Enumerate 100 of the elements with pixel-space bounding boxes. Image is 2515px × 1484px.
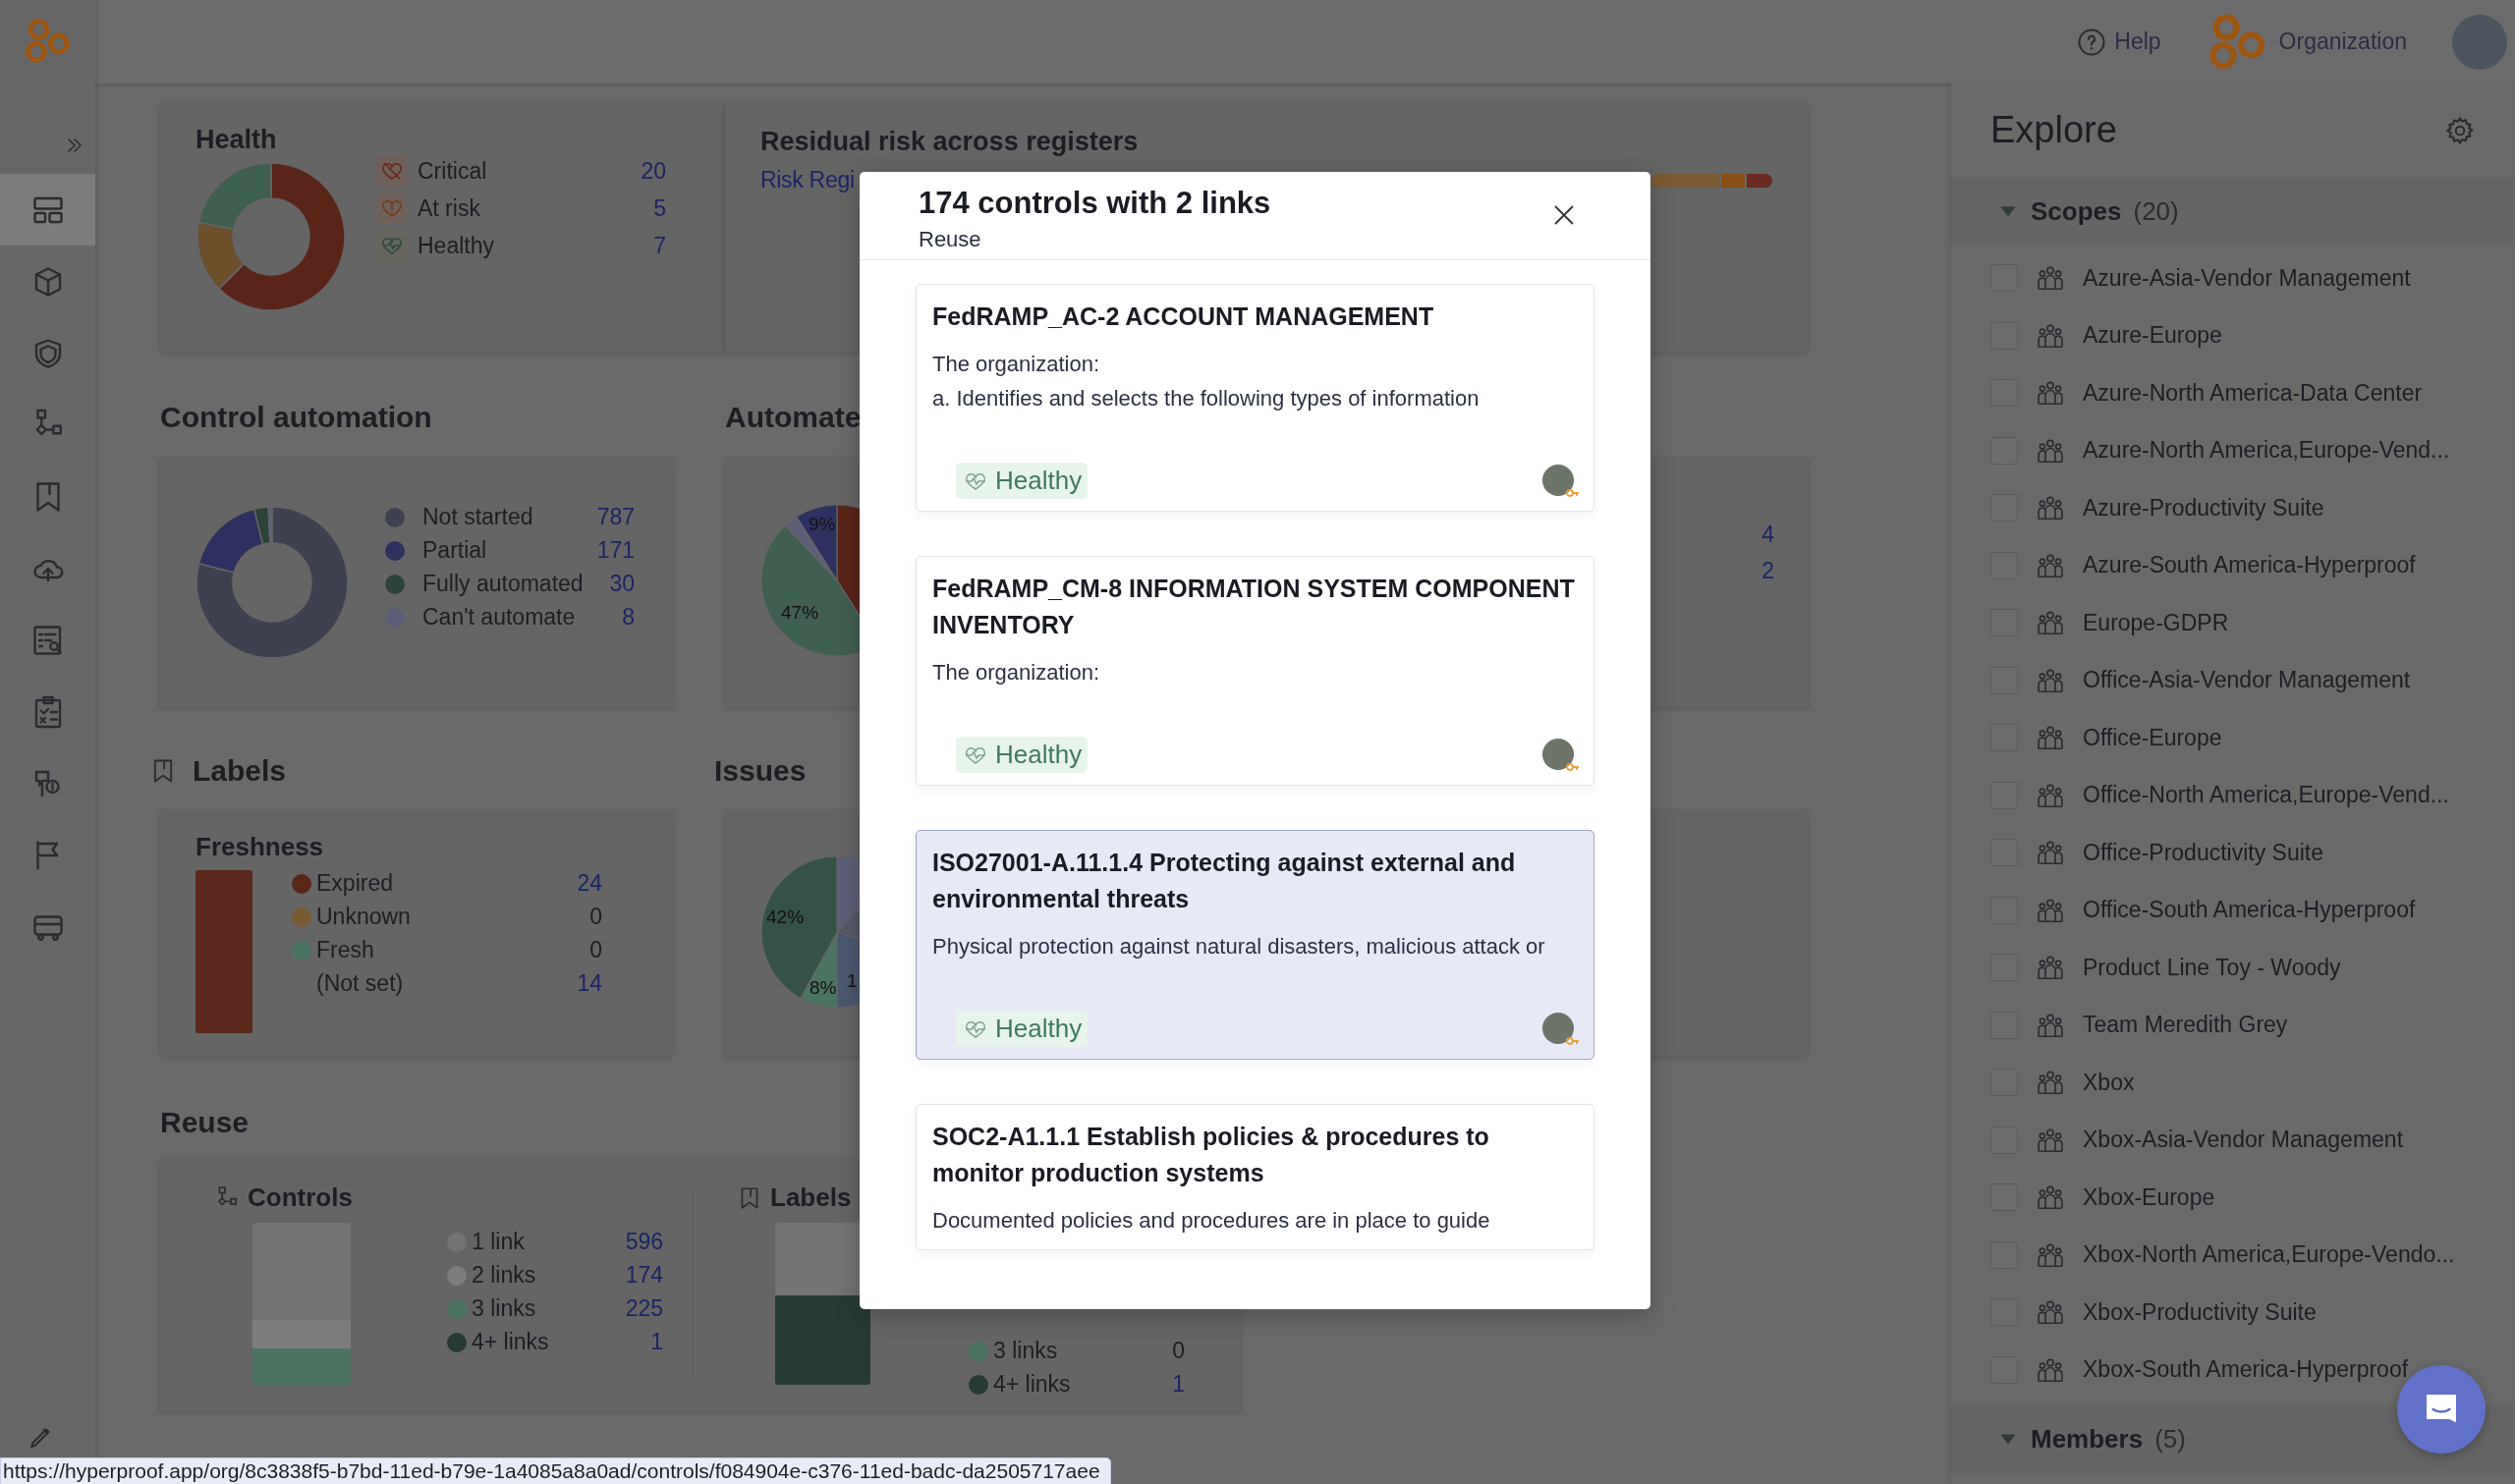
pie-label: 42% (766, 907, 805, 928)
control-description: Physical protection against natural disasters, malicious attack or (932, 933, 1546, 961)
scope-name[interactable]: Office-North America,Europe-Vend... (2083, 782, 2449, 809)
count-value[interactable]: 2 (1761, 558, 1774, 584)
control-description: The organization: (932, 659, 1100, 687)
control-card[interactable]: SOC2-A1.1.1 Establish policies & procedures to monitor production systems Documented policies and procedures are in place to guide (916, 1104, 1594, 1250)
scope-name[interactable]: Office-Productivity Suite (2083, 839, 2323, 866)
scope-name[interactable]: Azure-Productivity Suite (2083, 494, 2324, 522)
scope-name[interactable]: Azure-North America-Data Center (2083, 379, 2423, 407)
scope-name[interactable]: Xbox-Europe (2083, 1183, 2215, 1211)
section-title: Issues (714, 754, 807, 788)
control-card[interactable]: FedRAMP_AC-2 ACCOUNT MANAGEMENT The organization: a. Identifies and selects the following types of information Healthy (916, 284, 1594, 512)
card-title: Residual risk across registers (760, 127, 1140, 157)
legend-count[interactable]: 8 (596, 604, 635, 631)
nav-item[interactable] (0, 174, 95, 246)
panel-title: Explore (1990, 109, 2117, 151)
legend-count[interactable]: 225 (625, 1295, 663, 1322)
legend-label: 1 link (472, 1229, 526, 1255)
legend-count[interactable]: 1 (1172, 1371, 1185, 1398)
legend-label: Not started (422, 504, 534, 530)
avatar (1542, 738, 1574, 770)
legend-count[interactable]: 1 (625, 1329, 663, 1355)
legend-count[interactable]: 24 (577, 870, 602, 897)
scope-name[interactable]: Europe-GDPR (2083, 609, 2229, 636)
control-title: FedRAMP_AC-2 ACCOUNT MANAGEMENT (932, 302, 1435, 332)
control-card[interactable]: FedRAMP_CM-8 INFORMATION SYSTEM COMPONENT INVENTORY The organization: Healthy (916, 556, 1594, 786)
pie-label: 1 (847, 970, 858, 992)
legend-count: 0 (1172, 1338, 1185, 1364)
legend-label: Can't automate (422, 604, 577, 631)
control-title: FedRAMP_CM-8 INFORMATION SYSTEM COMPONENT INVENTORY (932, 574, 1576, 640)
legend-count[interactable]: 7 (641, 232, 666, 259)
legend-label: (Not set) (316, 970, 405, 997)
status-url: https://hyperproof.app/org/8c3838f5-b7bd-11ed-b79e-1a4085a8a0ad/controls/f084904e-c376-11ed-badc-da2505717aee (3, 1459, 1100, 1482)
legend-count[interactable]: 787 (596, 504, 635, 530)
status-badge: Healthy (956, 1011, 1089, 1047)
close-icon (1552, 203, 1576, 227)
scope-name[interactable]: Azure-Europe (2083, 322, 2222, 350)
broken-heart-icon (380, 159, 404, 183)
section-title: Control automation (160, 401, 432, 434)
scope-name[interactable]: Product Line Toy - Woody (2083, 954, 2341, 981)
scope-name[interactable]: Team Meredith Grey (2083, 1012, 2288, 1039)
legend-count[interactable]: 14 (577, 970, 602, 997)
legend-label: 4+ links (472, 1329, 550, 1355)
legend-count[interactable]: 5 (641, 194, 666, 222)
scope-name[interactable]: Xbox-Asia-Vendor Management (2083, 1127, 2404, 1154)
legend-label: 4+ links (993, 1371, 1072, 1398)
section-title: Automate (725, 401, 862, 434)
status-badge: Healthy (956, 737, 1089, 773)
expand-icon (65, 136, 84, 155)
legend-label: At risk (418, 194, 481, 222)
organization-button[interactable]: Organization (2208, 12, 2407, 72)
settings-button[interactable] (2444, 114, 2476, 146)
section-title: Reuse (160, 1106, 250, 1139)
scope-name[interactable]: Azure-South America-Hyperproof (2083, 552, 2416, 579)
subsection-title: Controls (248, 1182, 353, 1213)
dialog-title: 174 controls with 2 links (919, 186, 1271, 221)
legend-label: Fully automated (422, 571, 585, 597)
help-button[interactable]: Help (2077, 27, 2161, 57)
scope-name[interactable]: Azure-North America,Europe-Vend... (2083, 437, 2450, 465)
avatar (1542, 1012, 1574, 1044)
scope-name[interactable]: Xbox-North America,Europe-Vendo... (2083, 1241, 2455, 1269)
pie-label: 47% (781, 602, 819, 624)
scope-name[interactable]: Xbox-Productivity Suite (2083, 1298, 2317, 1326)
legend-label: Critical (418, 157, 488, 185)
control-description: The organization: a. Identifies and selects the following types of information (932, 351, 1481, 412)
control-description: Documented policies and procedures are in place to guide (932, 1207, 1491, 1235)
status-badge: Healthy (956, 463, 1089, 499)
control-card[interactable]: ISO27001-A.11.1.4 Protecting against external and environmental threats Physical protection against natural disasters, malicious attack or Healthy (916, 830, 1594, 1060)
scope-name[interactable]: Office-Asia-Vendor Management (2083, 667, 2411, 694)
scope-name[interactable]: Office-South America-Hyperproof (2083, 897, 2416, 924)
legend-label: Healthy (418, 232, 495, 259)
scope-name[interactable]: Xbox-South America-Hyperproof (2083, 1356, 2409, 1384)
legend-count[interactable]: 174 (625, 1262, 663, 1289)
dialog-subtitle: Reuse (919, 227, 982, 252)
close-button[interactable] (1552, 203, 1576, 227)
scope-name[interactable]: Azure-Asia-Vendor Management (2083, 264, 2411, 292)
card-title: Health (196, 125, 278, 155)
legend-label: 2 links (472, 1262, 537, 1289)
legend-count[interactable]: 30 (596, 571, 635, 597)
legend-label: Expired (316, 870, 394, 897)
control-title: ISO27001-A.11.1.4 Protecting against external and environmental threats (932, 848, 1517, 914)
legend-label: 3 links (993, 1338, 1059, 1364)
legend-count[interactable]: 20 (641, 157, 666, 185)
organization-logo-icon (2208, 12, 2267, 72)
scope-name[interactable]: Office-Europe (2083, 724, 2222, 751)
legend-label: Fresh (316, 937, 375, 963)
count-value[interactable]: 4 (1761, 522, 1774, 548)
pie-label: 8% (810, 977, 837, 999)
legend-label: 3 links (472, 1295, 537, 1322)
register-link[interactable]: Risk Regi (760, 167, 855, 193)
legend-label: Partial (422, 537, 488, 564)
scope-name[interactable]: Xbox (2083, 1069, 2135, 1096)
legend-count[interactable]: 596 (625, 1229, 663, 1255)
legend-count: 0 (588, 937, 602, 963)
legend-count: 0 (588, 904, 602, 930)
legend-label: Unknown (316, 904, 412, 930)
legend-count[interactable]: 171 (596, 537, 635, 564)
pie-label: 9% (809, 514, 836, 535)
subsection-title: Labels (770, 1182, 852, 1213)
avatar (1542, 464, 1574, 496)
